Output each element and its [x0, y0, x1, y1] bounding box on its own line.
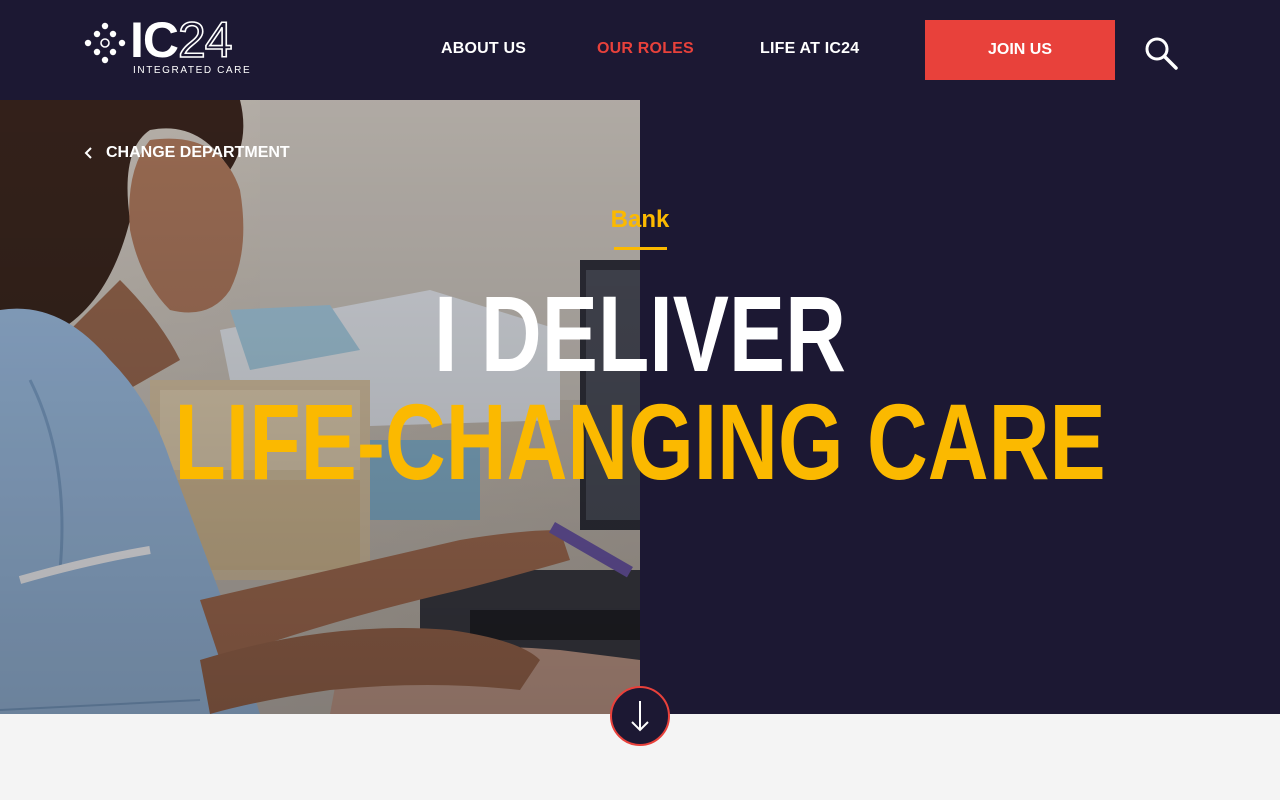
department-label: Bank: [610, 206, 670, 233]
hero-section: CHANGE DEPARTMENT Bank I DELIVER LIFE-CH…: [0, 100, 1280, 714]
scroll-down-button[interactable]: [610, 686, 670, 746]
arrow-down-icon: [631, 701, 649, 732]
logo-wordmark: IC24: [130, 11, 233, 69]
change-department-label: CHANGE DEPARTMENT: [106, 144, 290, 161]
nav-our-roles[interactable]: OUR ROLES: [597, 40, 694, 58]
department-underline: [614, 247, 667, 250]
join-us-button[interactable]: JOIN US: [925, 20, 1115, 80]
search-icon: [1145, 37, 1178, 70]
logo-tagline: INTEGRATED CARE: [133, 65, 252, 76]
nav-about-us[interactable]: ABOUT US: [441, 40, 526, 58]
chevron-left-icon: [84, 147, 92, 159]
logo-dots-icon: [84, 22, 126, 64]
hero-headline-line2: LIFE-CHANGING CARE: [174, 381, 1106, 502]
hero-headline-line1: I DELIVER: [434, 273, 846, 394]
nav-life-at-ic24[interactable]: LIFE AT IC24: [760, 40, 859, 58]
site-header: IC24 INTEGRATED CARE ABOUT US OUR ROLES …: [0, 0, 1280, 100]
search-button[interactable]: [1143, 35, 1179, 71]
ic24-logo[interactable]: IC24 INTEGRATED CARE: [84, 11, 254, 80]
change-department-link[interactable]: CHANGE DEPARTMENT: [84, 144, 290, 162]
